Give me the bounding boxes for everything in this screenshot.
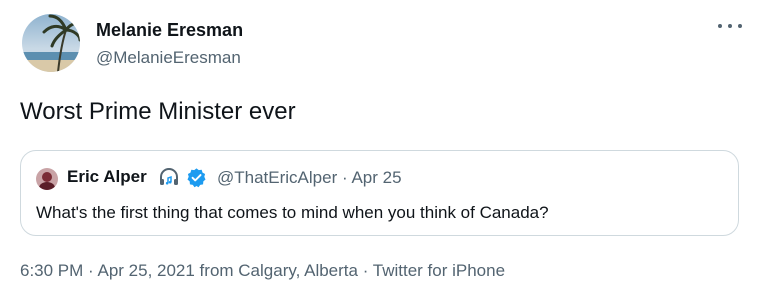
quoted-author-name: Eric Alper <box>67 167 147 186</box>
tweet-card: Melanie Eresman @MelanieEresman Worst Pr… <box>0 0 758 295</box>
dot <box>728 24 732 28</box>
tweet-text: Worst Prime Minister ever <box>20 98 296 125</box>
more-options-icon[interactable] <box>718 18 742 34</box>
quoted-tweet-text: What's the first thing that comes to min… <box>36 203 549 222</box>
verified-badge-icon <box>187 168 206 188</box>
dot <box>738 24 742 28</box>
headphones-icon <box>160 168 178 185</box>
author-avatar[interactable] <box>22 14 80 72</box>
quoted-avatar-image <box>36 168 58 190</box>
author-name[interactable]: Melanie Eresman <box>96 20 243 41</box>
author-handle[interactable]: @MelanieEresman <box>96 48 241 68</box>
quoted-author-handle: @ThatEricAlper <box>217 168 338 187</box>
quoted-author-avatar <box>36 168 58 190</box>
dot <box>718 24 722 28</box>
meta-separator: · <box>341 168 348 187</box>
tweet-footer: 6:30 PM · Apr 25, 2021 from Calgary, Alb… <box>20 261 506 280</box>
quoted-meta: @ThatEricAlper · Apr 25 <box>217 168 402 188</box>
quoted-tweet[interactable]: Eric Alper @ThatEricAlper · Apr 25 What'… <box>20 150 739 236</box>
avatar-beach-image <box>22 14 80 72</box>
quoted-tweet-date: Apr 25 <box>351 168 402 187</box>
